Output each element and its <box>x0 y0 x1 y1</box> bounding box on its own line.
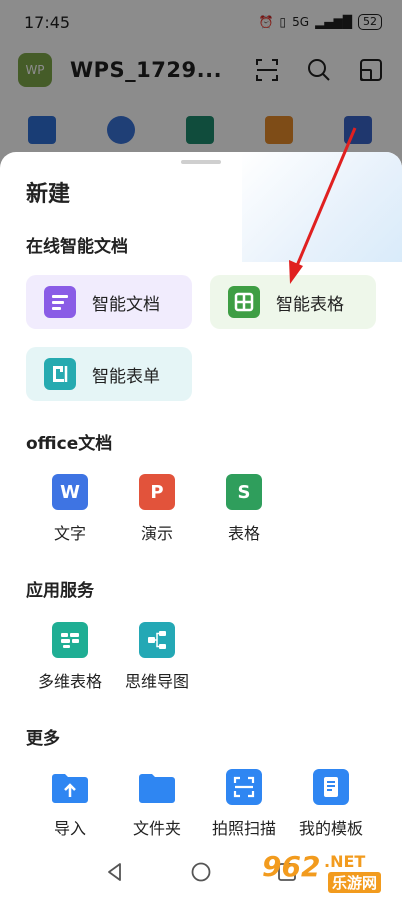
watermark-logo: 962 .NET 乐游网 <box>262 848 396 894</box>
watermark-number: 962 <box>262 850 321 883</box>
watermark-suffix: .NET <box>324 852 366 871</box>
annotation-arrow <box>289 127 357 284</box>
watermark-cn: 乐游网 <box>328 872 382 893</box>
